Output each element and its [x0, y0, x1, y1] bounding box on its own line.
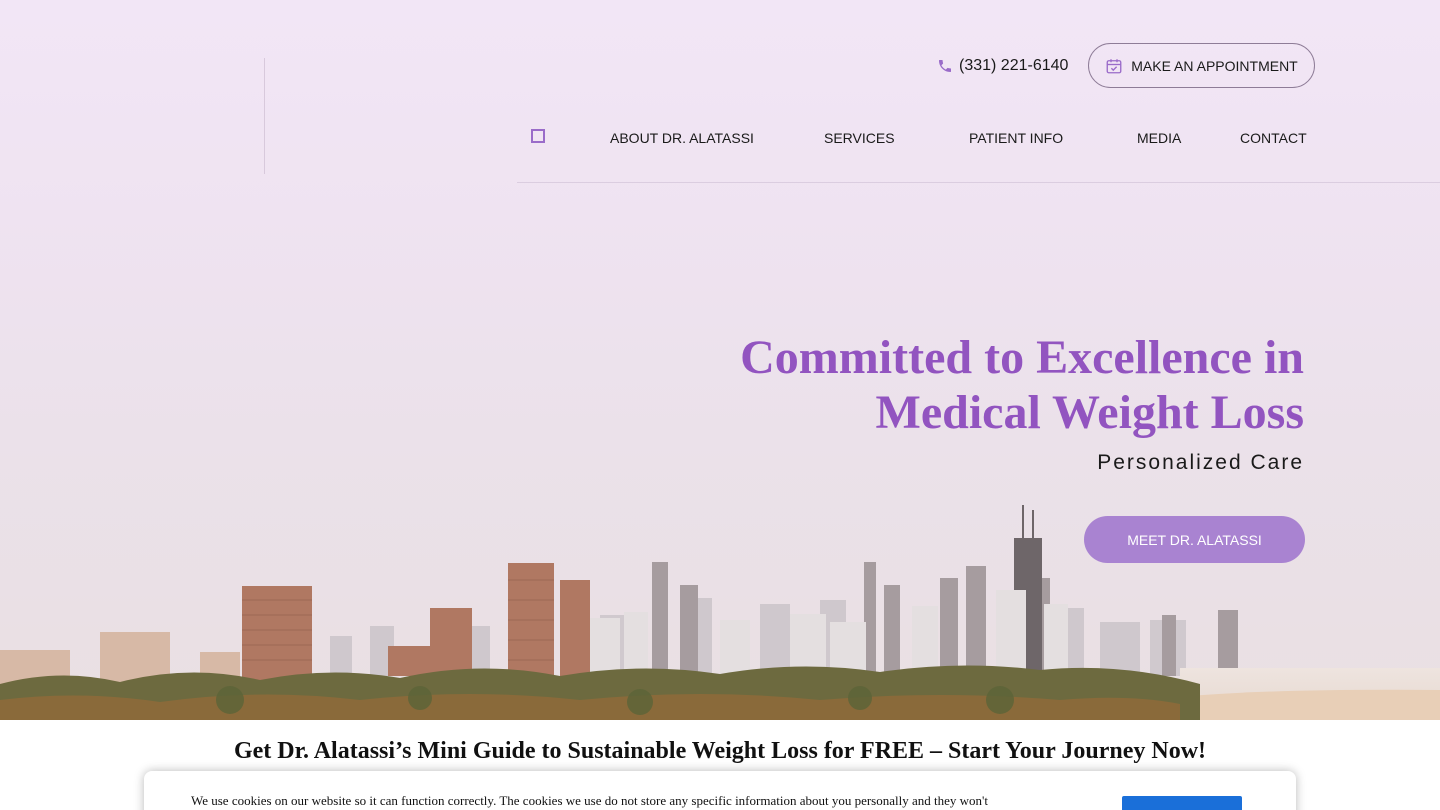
phone-number: (331) 221-6140	[959, 57, 1069, 74]
calendar-check-icon	[1106, 58, 1122, 73]
cookie-notice-text: We use cookies on our website so it can …	[191, 793, 988, 808]
nav-item-patient-info[interactable]: PATIENT INFO	[969, 130, 1063, 146]
cookie-accept-button[interactable]	[1122, 796, 1242, 810]
free-guide-banner[interactable]: Get Dr. Alatassi’s Mini Guide to Sustain…	[0, 738, 1440, 765]
nav-item-about[interactable]: ABOUT DR. ALATASSI	[610, 130, 754, 146]
nav-item-media[interactable]: MEDIA	[1137, 130, 1181, 146]
make-appointment-label: MAKE AN APPOINTMENT	[1131, 57, 1298, 74]
hero-headline-line1: Committed to Excellence in	[740, 331, 1304, 384]
phone-icon	[939, 60, 951, 72]
nav-item-contact[interactable]: CONTACT	[1240, 130, 1307, 146]
cookie-notice: We use cookies on our website so it can …	[144, 771, 1296, 810]
logo-divider	[264, 58, 265, 174]
meet-doctor-button[interactable]: MEET DR. ALATASSI	[1084, 516, 1305, 563]
main-nav: ABOUT DR. ALATASSI SERVICES PATIENT INFO…	[517, 112, 1440, 183]
hero-subheadline: Personalized Care	[1097, 451, 1304, 474]
hero-headline: Committed to Excellence in Medical Weigh…	[664, 330, 1304, 440]
nav-item-services[interactable]: SERVICES	[824, 130, 895, 146]
menu-square-icon[interactable]	[531, 129, 545, 143]
phone-link[interactable]: (331) 221-6140	[937, 54, 1068, 78]
make-appointment-button[interactable]: MAKE AN APPOINTMENT	[1088, 43, 1315, 88]
hero-section: (331) 221-6140 MAKE AN APPOINTMENT ABOUT…	[0, 0, 1440, 720]
hero-headline-line2: Medical Weight Loss	[875, 386, 1304, 439]
